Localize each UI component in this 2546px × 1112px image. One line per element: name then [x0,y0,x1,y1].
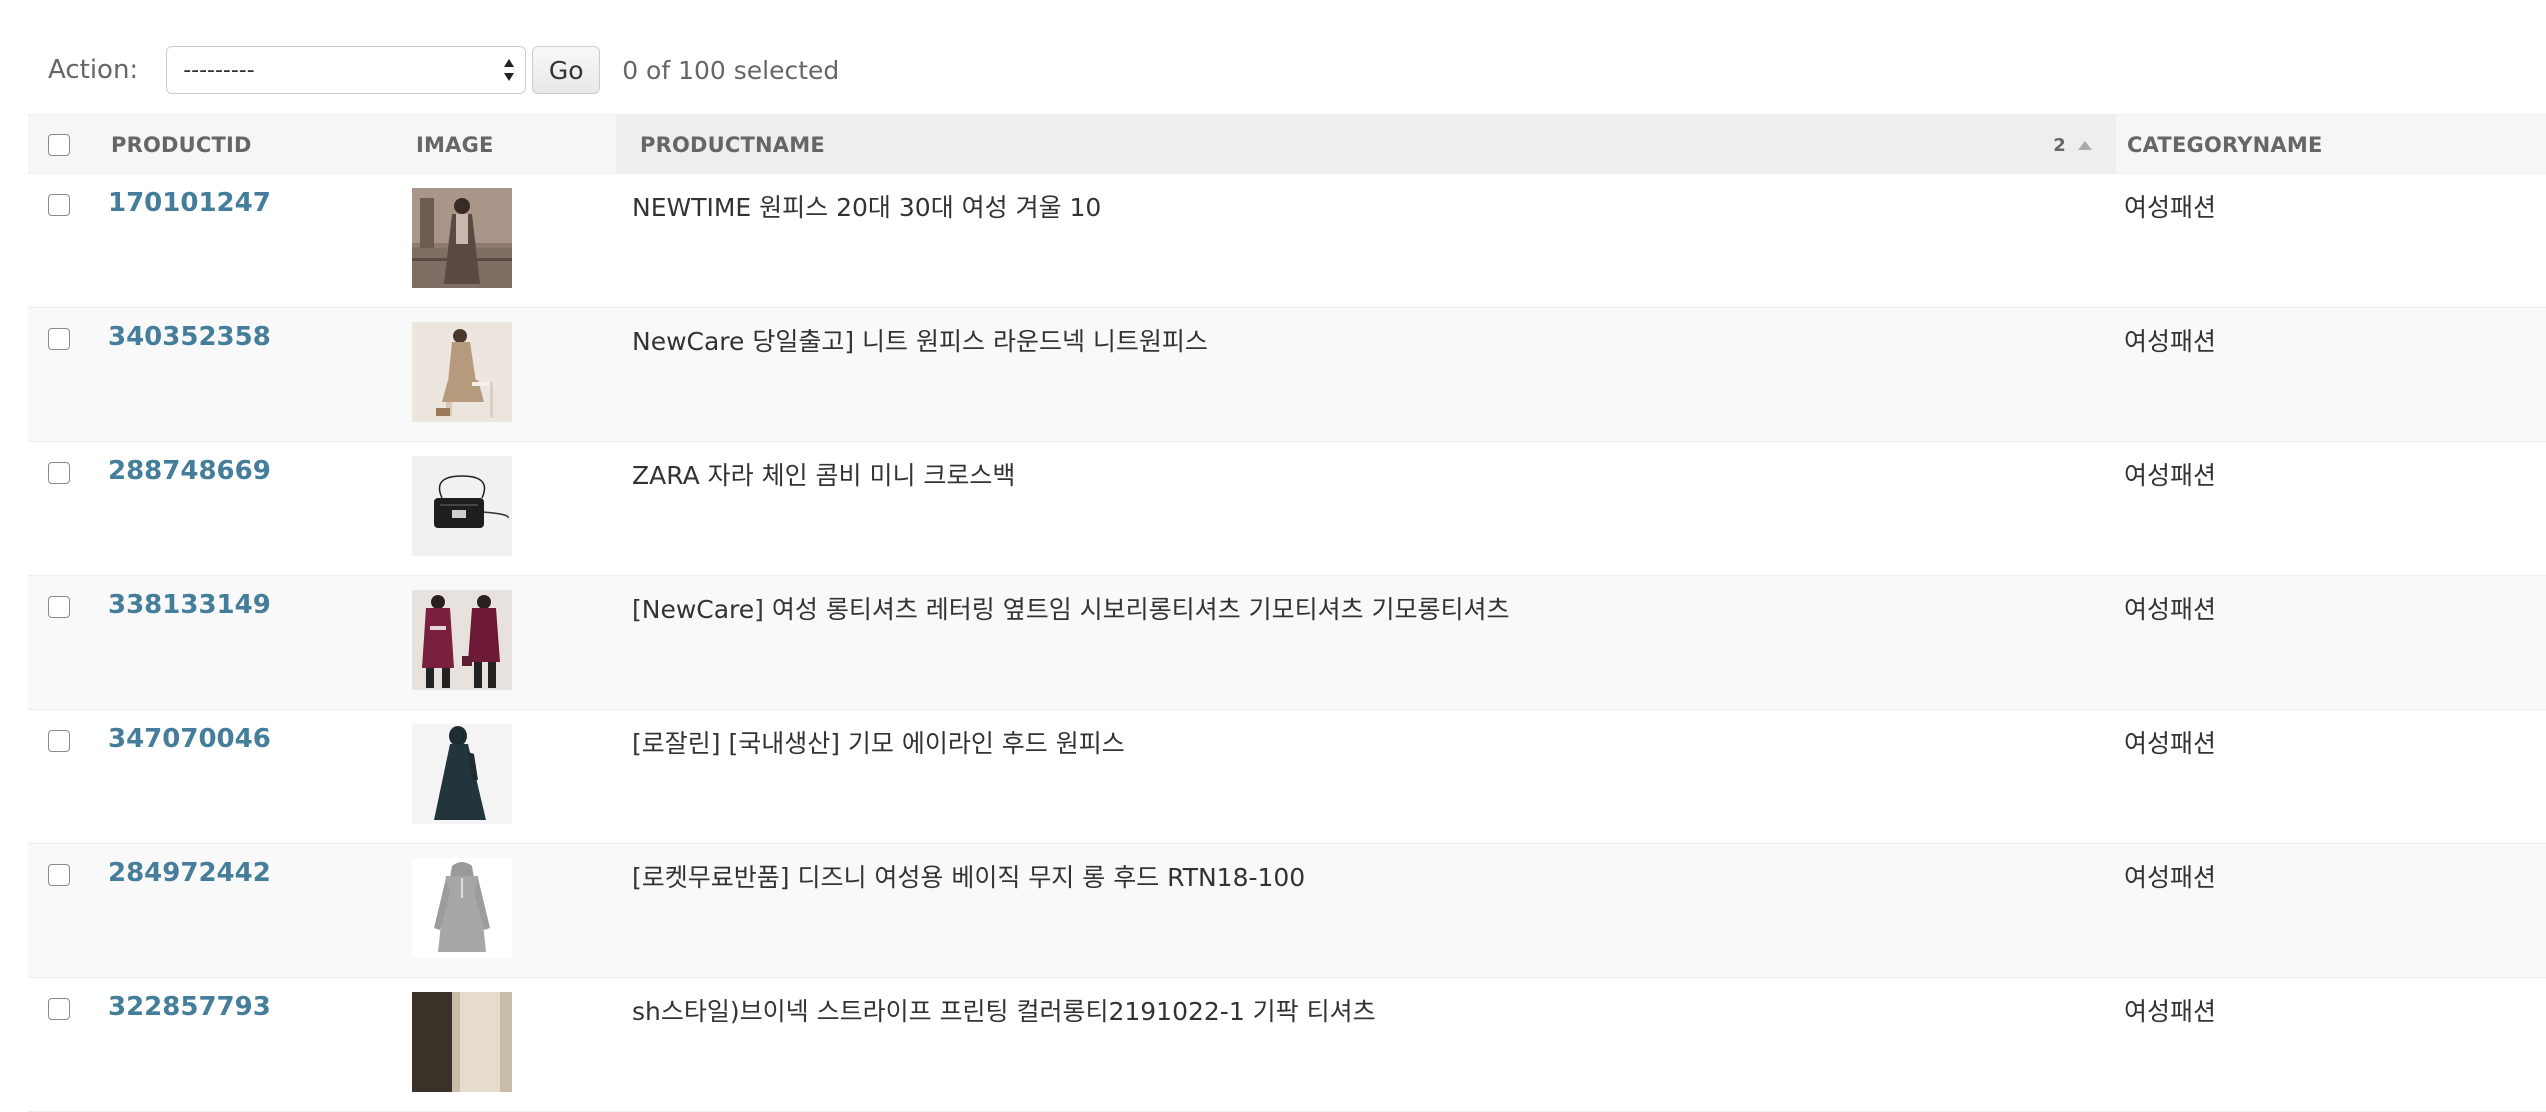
product-id-link[interactable]: 170101247 [108,188,271,218]
product-thumbnail [412,188,512,288]
grey-long-hoodie-image [412,858,512,958]
select-all-checkbox[interactable] [48,134,70,156]
row-select-cell [48,596,70,622]
row-checkbox[interactable] [48,730,70,752]
row-checkbox[interactable] [48,328,70,350]
product-id-link[interactable]: 340352358 [108,322,271,352]
row-checkbox[interactable] [48,998,70,1020]
row-select-cell [48,328,70,354]
category-name: 여성패션 [2124,729,2217,758]
product-thumbnail [412,992,512,1092]
category-name: 여성패션 [2124,327,2217,356]
sort-priority-number: 2 [2053,134,2066,156]
row-select-cell [48,194,70,220]
table-row: 170101247 NEWTIME 원피스 20대 30대 여성 겨울 10 여… [28,174,2546,308]
table-row: 288748669 ZARA 자라 체인 콤비 미니 크로스백 여성패션 [28,442,2546,576]
table-row: 284972442 [로켓무료반품] 디즈니 여성용 베이직 무지 롱 후드 R… [28,844,2546,978]
category-name: 여성패션 [2124,461,2217,490]
product-name: NEWTIME 원피스 20대 30대 여성 겨울 10 [632,193,1102,222]
select-all-cell [48,115,70,175]
row-checkbox[interactable] [48,194,70,216]
dark-hood-dress-image [412,724,512,824]
black-crossbody-bag-image [412,456,512,556]
product-thumbnail [412,858,512,958]
product-name: [로켓무료반품] 디즈니 여성용 베이직 무지 롱 후드 RTN18-100 [632,863,1306,892]
product-thumbnail [412,322,512,422]
product-name: NewCare 당일출고] 니트 원피스 라운드넥 니트원피스 [632,327,1208,356]
column-header-productid[interactable]: PRODUCTID [111,115,252,175]
woman-coat-street-image [412,188,512,288]
select-arrows-icon [504,59,515,81]
row-checkbox[interactable] [48,596,70,618]
product-name: [NewCare] 여성 롱티셔츠 레터링 옆트임 시보리롱티셔츠 기모티셔츠 … [632,595,1510,624]
productname-header-label: PRODUCTNAME [640,133,825,157]
row-select-cell [48,864,70,890]
table-row: 338133149 [NewCare] 여성 롱티셔츠 레터링 옆트임 시보리롱… [28,576,2546,710]
row-checkbox[interactable] [48,864,70,886]
row-select-cell [48,462,70,488]
product-id-link[interactable]: 288748669 [108,456,271,486]
sort-indicator[interactable]: 2 [2053,115,2092,175]
product-id-link[interactable]: 338133149 [108,590,271,620]
product-thumbnail [412,456,512,556]
results-table: PRODUCTID IMAGE PRODUCTNAME 2 CATEGORYNA… [28,114,2546,1112]
table-row: 340352358 NewCare 당일출고] 니트 원피스 라운드넥 니트원피… [28,308,2546,442]
stripe-tee-image [412,992,512,1092]
product-thumbnail [412,590,512,690]
category-name: 여성패션 [2124,997,2217,1026]
category-name: 여성패션 [2124,863,2217,892]
table-row: 347070046 [로잘린] [국내생산] 기모 에이라인 후드 원피스 여성… [28,710,2546,844]
product-id-link[interactable]: 284972442 [108,858,271,888]
product-thumbnail [412,724,512,824]
action-label: Action: [48,55,139,85]
product-id-link[interactable]: 347070046 [108,724,271,754]
row-select-cell [48,730,70,756]
action-bar: Action: --------- Go 0 of 100 selected [28,46,839,94]
product-id-link[interactable]: 322857793 [108,992,271,1022]
row-select-cell [48,998,70,1024]
column-header-categoryname[interactable]: CATEGORYNAME [2127,115,2323,175]
product-name: sh스타일)브이넥 스트라이프 프린팅 컬러롱티2191022-1 기팍 티셔츠 [632,997,1376,1026]
column-header-productname[interactable]: PRODUCTNAME 2 [616,115,2116,175]
category-name: 여성패션 [2124,193,2217,222]
product-name: ZARA 자라 체인 콤비 미니 크로스백 [632,461,1016,490]
column-header-image[interactable]: IMAGE [416,115,494,175]
woman-beige-knit-seated-image [412,322,512,422]
table-header: PRODUCTID IMAGE PRODUCTNAME 2 CATEGORYNA… [28,114,2546,175]
selection-counter: 0 of 100 selected [622,55,840,85]
burgundy-long-tee-image [412,590,512,690]
table-row: 322857793 sh스타일)브이넥 스트라이프 프린팅 컬러롱티219102… [28,978,2546,1112]
sort-ascending-icon [2078,140,2092,150]
product-name: [로잘린] [국내생산] 기모 에이라인 후드 원피스 [632,729,1125,758]
row-checkbox[interactable] [48,462,70,484]
action-select[interactable]: --------- [166,46,527,94]
action-select-value: --------- [183,57,255,83]
go-button[interactable]: Go [532,46,601,94]
category-name: 여성패션 [2124,595,2217,624]
